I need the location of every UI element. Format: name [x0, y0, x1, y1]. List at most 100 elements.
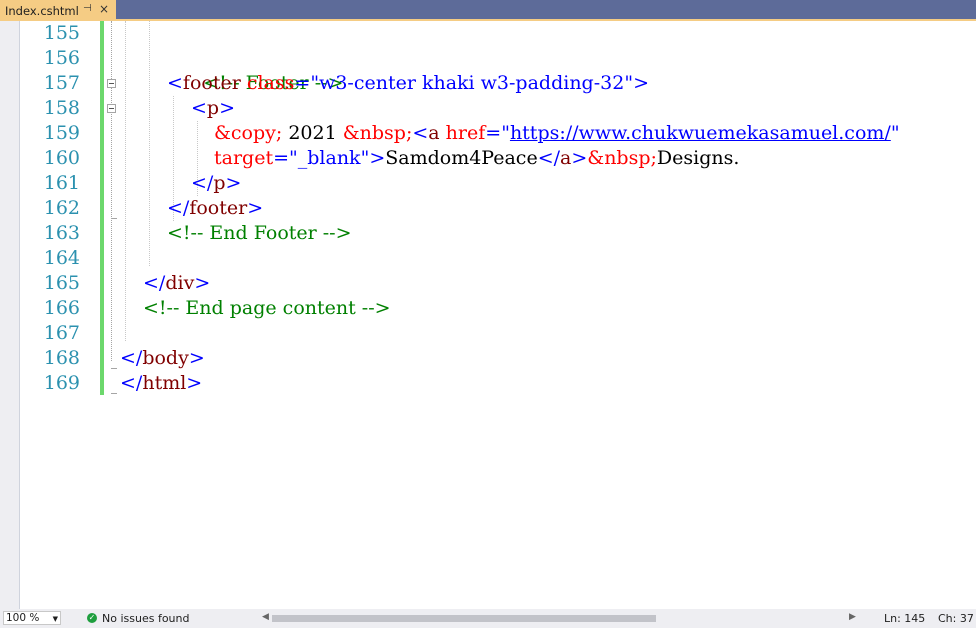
comment-token: <!-- End page content -->: [143, 297, 391, 319]
bracket-token: >: [369, 147, 386, 169]
issues-status[interactable]: No issues found: [102, 612, 189, 625]
bracket-token: </: [191, 172, 214, 194]
text-token: Designs.: [656, 147, 740, 169]
quote-token: ": [501, 122, 510, 144]
line-position[interactable]: Ln: 145: [884, 612, 925, 625]
bracket-token: </: [120, 347, 143, 369]
bracket-token: >: [247, 197, 264, 219]
value-token: "w3-center khaki w3-padding-32": [310, 72, 634, 94]
indent-guide: [149, 21, 150, 266]
url-link[interactable]: https://www.chukwuemekasamuel.com/: [510, 122, 891, 144]
bracket-token: </: [120, 372, 143, 394]
close-icon[interactable]: ×: [99, 2, 109, 16]
attribute-token: target: [214, 147, 274, 169]
tag-token: p: [213, 172, 226, 194]
code-line-159: &copy; 2021 &nbsp;<a href="https://www.c…: [214, 121, 900, 146]
code-line-162: </footer>: [167, 196, 263, 221]
line-number: 169: [43, 372, 80, 394]
line-number: 158: [43, 97, 80, 119]
tab-title[interactable]: Index.cshtml: [5, 4, 79, 18]
equals-token: =: [294, 72, 311, 94]
text-token: Samdom4Peace: [385, 147, 538, 169]
bracket-token: </: [537, 147, 561, 169]
code-line-157: <footer class="w3-center khaki w3-paddin…: [167, 71, 649, 96]
line-number: 155: [43, 22, 80, 44]
value-token: "_blank": [289, 147, 370, 169]
equals-token: =: [273, 147, 290, 169]
line-number: 162: [43, 197, 80, 219]
bracket-token: >: [571, 147, 588, 169]
outline-line: [111, 21, 112, 361]
line-number: 160: [43, 147, 80, 169]
line-number: 163: [43, 222, 80, 244]
tag-token: p: [206, 97, 220, 119]
tag-token: a: [560, 147, 572, 169]
attribute-token: href: [439, 122, 486, 144]
scroll-left-icon[interactable]: ◀: [262, 612, 269, 622]
change-tracking-bar: [100, 21, 104, 395]
pin-icon[interactable]: ⊣: [83, 3, 92, 14]
text-token: 2021: [282, 122, 343, 144]
bracket-token: >: [188, 347, 205, 369]
code-editor[interactable]: 155 156 157 158 159 160 161 162 163 164 …: [0, 21, 976, 609]
bracket-token: </: [167, 197, 190, 219]
bracket-token: <: [412, 122, 429, 144]
scroll-right-icon[interactable]: ▶: [849, 612, 856, 622]
entity-token: &nbsp;: [342, 122, 413, 144]
document-tab-strip: Index.cshtml ⊣ ×: [0, 0, 976, 21]
code-line-160: target="_blank">Samdom4Peace</a>&nbsp;De…: [214, 146, 739, 171]
code-line-165: </div>: [143, 271, 210, 296]
bracket-token: >: [219, 97, 236, 119]
attribute-token: class: [240, 72, 295, 94]
line-number: 157: [43, 72, 80, 94]
zoom-select[interactable]: 100 % ▼: [3, 611, 61, 625]
bracket-token: >: [194, 272, 211, 294]
bracket-token: >: [225, 172, 242, 194]
line-number: 156: [43, 47, 80, 69]
line-number: 167: [43, 322, 80, 344]
horizontal-scrollbar[interactable]: [272, 615, 656, 622]
collapse-p-icon[interactable]: [107, 104, 116, 113]
entity-token: &copy;: [214, 122, 283, 144]
code-line-163: <!-- End Footer -->: [167, 221, 352, 246]
tag-token: footer: [182, 72, 241, 94]
editor-status-bar: 100 % ▼ ✓ No issues found ◀ ▶ Ln: 145 Ch…: [0, 609, 976, 628]
bracket-token: >: [633, 72, 649, 94]
code-line-156: <!-- Footer -->: [167, 46, 343, 94]
collapse-footer-icon[interactable]: [107, 79, 116, 88]
quote-token: ": [890, 122, 900, 144]
tag-token: a: [428, 122, 440, 144]
indent-guide: [125, 21, 126, 341]
line-number: 166: [43, 297, 80, 319]
bracket-token: <: [191, 97, 207, 119]
code-line-161: </p>: [191, 171, 241, 196]
line-number: 168: [43, 347, 80, 369]
line-number: 165: [43, 272, 80, 294]
bracket-token: <: [167, 72, 183, 94]
check-circle-icon: ✓: [87, 613, 97, 623]
outline-end-mark: [111, 368, 117, 369]
tag-token: footer: [189, 197, 248, 219]
zoom-value: 100 %: [6, 612, 40, 624]
line-number: 164: [43, 247, 80, 269]
bracket-token: </: [143, 272, 166, 294]
comment-token: <!-- End Footer -->: [167, 222, 352, 244]
code-line-158: <p>: [191, 96, 235, 121]
code-line-169: </html>: [120, 371, 202, 396]
outline-end-mark: [111, 393, 117, 394]
char-position[interactable]: Ch: 37: [938, 612, 974, 625]
line-number: 159: [43, 122, 80, 144]
tag-token: div: [165, 272, 195, 294]
editor-margin: [0, 21, 20, 609]
bracket-token: >: [186, 372, 203, 394]
entity-token: &nbsp;: [587, 147, 657, 169]
chevron-down-icon[interactable]: ▼: [53, 613, 58, 625]
tab-index-cshtml[interactable]: Index.cshtml ⊣ ×: [0, 0, 116, 21]
tag-token: html: [142, 372, 187, 394]
code-line-168: </body>: [120, 346, 205, 371]
code-line-166: <!-- End page content -->: [143, 296, 391, 321]
equals-token: =: [485, 122, 502, 144]
outline-end-mark: [111, 218, 117, 219]
line-number: 161: [43, 172, 80, 194]
tag-token: body: [142, 347, 189, 369]
